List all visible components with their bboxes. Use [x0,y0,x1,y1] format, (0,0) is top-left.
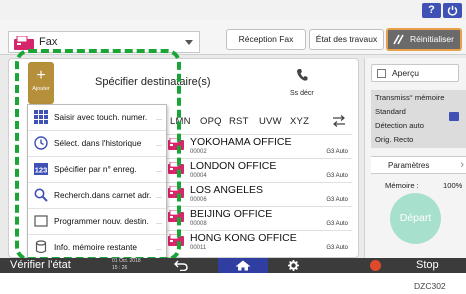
destination-mode: G3 Auto [326,221,348,227]
fax-reception-button[interactable]: Réception Fax [226,29,306,50]
highlight-outline [15,49,181,261]
reset-slash-icon [393,34,404,45]
back-icon[interactable] [174,260,188,271]
app-title: Fax [39,36,58,48]
time-label: 15 : 26 [112,265,128,271]
setting-transmission: Transmiss° mémoire [375,93,445,102]
status-strip: ? [0,0,466,20]
destination-name: LOS ANGELES [190,184,263,196]
destination-entry[interactable]: YOKOHAMA OFFICE 00002 G3 Auto [160,134,352,158]
memory-label: Mémoire : [385,181,419,190]
destination-number: 00011 [190,245,207,251]
alpha-tab-xyz[interactable]: XYZ [290,116,309,127]
chevron-down-icon [185,40,193,45]
destination-entry[interactable]: LOS ANGELES 00006 G3 Auto [160,182,352,206]
destination-name: BEIJING OFFICE [190,208,273,220]
gear-icon[interactable] [288,260,299,271]
alpha-tab-uvw[interactable]: UVW [259,116,282,127]
screen: ? Fax Réception Fax État des travaux Réi… [0,0,466,273]
date-time: 01 Oct. 2018 15 : 26 [112,258,141,272]
destination-number: 00004 [190,173,207,179]
setting-detection: Détection auto [375,121,424,130]
date-label: 01 Oct. 2018 [112,258,141,264]
bottom-bar: Vérifier l'état 01 Oct. 2018 15 : 26 Sto… [0,258,466,273]
home-icon [235,260,251,271]
destination-name: YOKOHAMA OFFICE [190,136,292,148]
stop-button[interactable]: Stop [416,258,439,273]
chevron-right-icon: › [460,159,464,171]
check-status-button[interactable]: Vérifier l'état [10,258,71,273]
preview-checkbox[interactable] [377,69,386,78]
home-button[interactable] [218,258,268,273]
destination-entry[interactable]: HONG KONG OFFICE 00011 G3 Auto [160,230,352,254]
fax-app-icon [14,36,34,50]
setting-original: Orig. Recto [375,135,414,144]
no-number-label[interactable]: Ss décr [290,90,314,97]
stop-icon [370,260,381,271]
reset-label: Réinitialiser [410,34,454,44]
help-button[interactable]: ? [422,3,441,18]
alpha-tab-rst[interactable]: RST [229,116,249,127]
alphabet-index-bar: LMN OPQ RST UVW XYZ [170,112,352,132]
destination-number: 00008 [190,221,207,227]
destination-mode: G3 Auto [326,245,348,251]
parameters-label: Paramètres [388,161,430,170]
job-status-button[interactable]: État des travaux [309,29,384,50]
current-settings[interactable]: Transmiss° mémoire Standard Détection au… [371,90,466,148]
sort-swap-icon[interactable] [332,115,346,127]
destination-name: HONG KONG OFFICE [190,232,297,244]
power-icon [447,5,458,16]
phone-icon[interactable] [296,68,308,82]
destination-entry[interactable]: LONDON OFFICE 00004 G3 Auto [160,158,352,182]
destination-mode: G3 Auto [326,149,348,155]
parameters-button[interactable]: Paramètres › [371,156,466,174]
resolution-icon [449,112,459,121]
destination-entry[interactable]: BEIJING OFFICE 00008 G3 Auto [160,206,352,230]
figure-code: DZC302 [414,281,446,291]
settings-panel: Aperçu Transmiss° mémoire Standard Détec… [364,58,466,258]
start-button[interactable]: Départ [390,193,441,244]
preview-toggle[interactable]: Aperçu [371,64,459,82]
destination-number: 00006 [190,197,207,203]
destination-mode: G3 Auto [326,173,348,179]
setting-resolution: Standard [375,107,406,116]
destination-number: 00002 [190,149,207,155]
destination-mode: G3 Auto [326,197,348,203]
reset-button[interactable]: Réinitialiser [386,28,462,51]
alpha-tab-opq[interactable]: OPQ [200,116,222,127]
preview-label: Aperçu [392,68,419,78]
destination-name: LONDON OFFICE [190,160,277,172]
memory-value: 100% [443,181,463,190]
power-button[interactable] [443,3,462,18]
